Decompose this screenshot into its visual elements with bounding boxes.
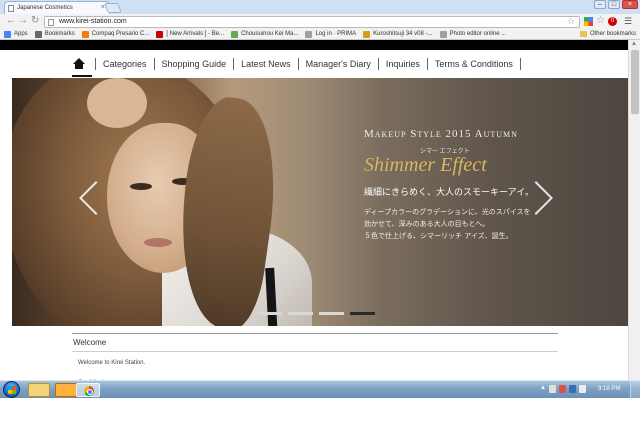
nav-separator <box>95 58 96 70</box>
tray-volume-icon[interactable] <box>579 385 586 393</box>
media-player-taskbar-icon[interactable] <box>55 383 77 397</box>
slider-dot[interactable] <box>319 312 344 315</box>
slider-dot[interactable] <box>257 312 282 315</box>
hero-body-line: ディープカラーのグラデーションに、光のスパイスを <box>364 208 531 216</box>
address-url: www.kirei-station.com <box>59 18 127 25</box>
forward-icon[interactable]: → <box>18 16 28 26</box>
page-favicon-icon <box>8 5 14 12</box>
bookmark-item[interactable]: Photo editor online ... <box>439 30 506 38</box>
other-bookmarks[interactable]: Other bookmarks <box>579 31 636 37</box>
nav-separator <box>153 58 155 70</box>
welcome-divider <box>72 333 558 334</box>
nav-separator <box>377 58 379 70</box>
nav-shopping-guide[interactable]: Shopping Guide <box>162 59 227 69</box>
reload-icon[interactable]: ↻ <box>31 16 39 26</box>
blogger-icon <box>81 30 89 38</box>
browser-tab[interactable]: Japanese Cosmetics × <box>4 1 110 14</box>
nav-managers-diary[interactable]: Manager's Diary <box>306 59 371 69</box>
page-info-icon[interactable] <box>48 19 54 26</box>
doc-icon <box>439 30 447 38</box>
taskbar-clock[interactable]: 9:18 PM <box>598 386 620 392</box>
star-toolbar-icon[interactable]: ☆ <box>596 16 605 26</box>
model-eye-shape <box>130 183 152 190</box>
tray-security-icon[interactable] <box>559 385 566 393</box>
new-tab-button[interactable] <box>104 3 122 13</box>
star-icon <box>34 30 42 38</box>
apps-grid-icon <box>4 30 11 38</box>
model-lips-shape <box>144 238 172 247</box>
active-nav-underline <box>72 75 92 77</box>
explorer-taskbar-icon[interactable] <box>28 383 50 397</box>
model-hand-shape <box>87 78 147 128</box>
nav-latest-news[interactable]: Latest News <box>241 59 291 69</box>
nav-categories[interactable]: Categories <box>103 59 147 69</box>
hero-banner[interactable]: Makeup Style 2015 Autumn シマー エフェクト Shimm… <box>12 78 628 326</box>
hero-body: ディープカラーのグラデーションに、光のスパイスを 効かせて、深みのある大人の目も… <box>364 206 564 242</box>
bookmark-star-icon[interactable]: ☆ <box>567 16 575 27</box>
extension-icon[interactable] <box>584 17 593 26</box>
nav-separator <box>233 58 235 70</box>
welcome-subdivider <box>72 351 558 352</box>
slider-pagination <box>257 312 375 315</box>
hero-body-line: ５色で仕上げる、シマーリッチ アイズ、誕生。 <box>364 232 513 240</box>
minimize-button[interactable]: – <box>594 0 606 9</box>
bookmark-item[interactable]: Apps <box>4 30 28 38</box>
bookmark-item[interactable]: Chousuinou Kei Ma... <box>231 30 298 38</box>
address-bar[interactable]: www.kirei-station.com ☆ <box>44 16 580 28</box>
hero-copy: Makeup Style 2015 Autumn シマー エフェクト Shimm… <box>364 128 564 242</box>
windows-logo-icon <box>8 386 16 394</box>
nav-separator <box>297 58 299 70</box>
maximize-button[interactable]: □ <box>608 0 620 9</box>
windows-taskbar: ▲ 9:18 PM <box>0 380 640 399</box>
menu-icon[interactable]: ☰ <box>624 16 632 27</box>
browser-toolbar: ← → ↻ www.kirei-station.com ☆ ☆ 0 ☰ <box>0 14 640 29</box>
doc-icon <box>305 30 313 38</box>
screen: { "browser": { "tab_title": "Japanese Co… <box>0 0 640 425</box>
bookmark-item[interactable]: Log in · PRIMA <box>305 30 356 38</box>
nav-terms[interactable]: Terms & Conditions <box>435 59 513 69</box>
folder-icon <box>579 31 587 37</box>
bookmark-item[interactable]: [ New Arrivals ] - Be... <box>156 30 224 38</box>
system-tray: ▲ <box>540 385 586 393</box>
bookmark-item[interactable]: Bookmarks <box>34 30 75 38</box>
home-icon[interactable] <box>72 58 86 70</box>
b-icon <box>156 30 164 38</box>
close-window-button[interactable]: × <box>622 0 638 9</box>
bookmark-item[interactable]: Kuroshitsuji 34 v08 -... <box>363 30 433 38</box>
screen-bottom-margin <box>0 398 640 425</box>
slider-prev-icon[interactable] <box>74 178 98 218</box>
chrome-taskbar-button[interactable] <box>76 383 100 397</box>
welcome-heading: Welcome <box>73 338 107 347</box>
hero-tagline: 繊細にきらめく、大人のスモーキーアイ。 <box>364 188 535 198</box>
show-desktop-button[interactable] <box>630 381 640 399</box>
tray-arrow-icon[interactable]: ▲ <box>540 385 546 393</box>
top-black-bar <box>0 40 628 50</box>
tray-flag-icon[interactable] <box>549 385 556 393</box>
nav-inquiries[interactable]: Inquiries <box>386 59 420 69</box>
hero-body-line: 効かせて、深みのある大人の目もとへ。 <box>364 220 490 228</box>
chrome-icon <box>84 386 94 396</box>
start-button[interactable] <box>3 381 20 398</box>
window-controls: – □ × <box>594 0 638 9</box>
tab-strip: Japanese Cosmetics × – □ × <box>0 0 640 14</box>
nav-separator <box>519 58 521 70</box>
site-navigation: Categories Shopping Guide Latest News Ma… <box>0 50 628 78</box>
bookmarks-bar: Apps Bookmarks Compaq Presario C... [ Ne… <box>0 29 640 40</box>
back-icon[interactable]: ← <box>6 16 16 26</box>
slider-dot[interactable] <box>288 312 313 315</box>
welcome-text: Welcome to Kirei Station. <box>78 360 146 366</box>
tab-title: Japanese Cosmetics <box>17 5 73 11</box>
page-icon <box>231 30 239 38</box>
manga-icon <box>363 30 371 38</box>
hero-headline: Shimmer Effect <box>364 154 487 176</box>
hero-kicker: Makeup Style 2015 Autumn <box>364 128 518 140</box>
scroll-thumb[interactable] <box>631 50 639 114</box>
scroll-up-icon[interactable]: ▲ <box>631 41 637 47</box>
bookmark-item[interactable]: Compaq Presario C... <box>81 30 149 38</box>
tray-network-icon[interactable] <box>569 385 576 393</box>
page-scrollbar[interactable]: ▲ <box>628 40 640 380</box>
slider-dot-active[interactable] <box>350 312 375 315</box>
opera-extension-icon[interactable]: 0 <box>608 17 617 26</box>
nav-separator <box>426 58 428 70</box>
